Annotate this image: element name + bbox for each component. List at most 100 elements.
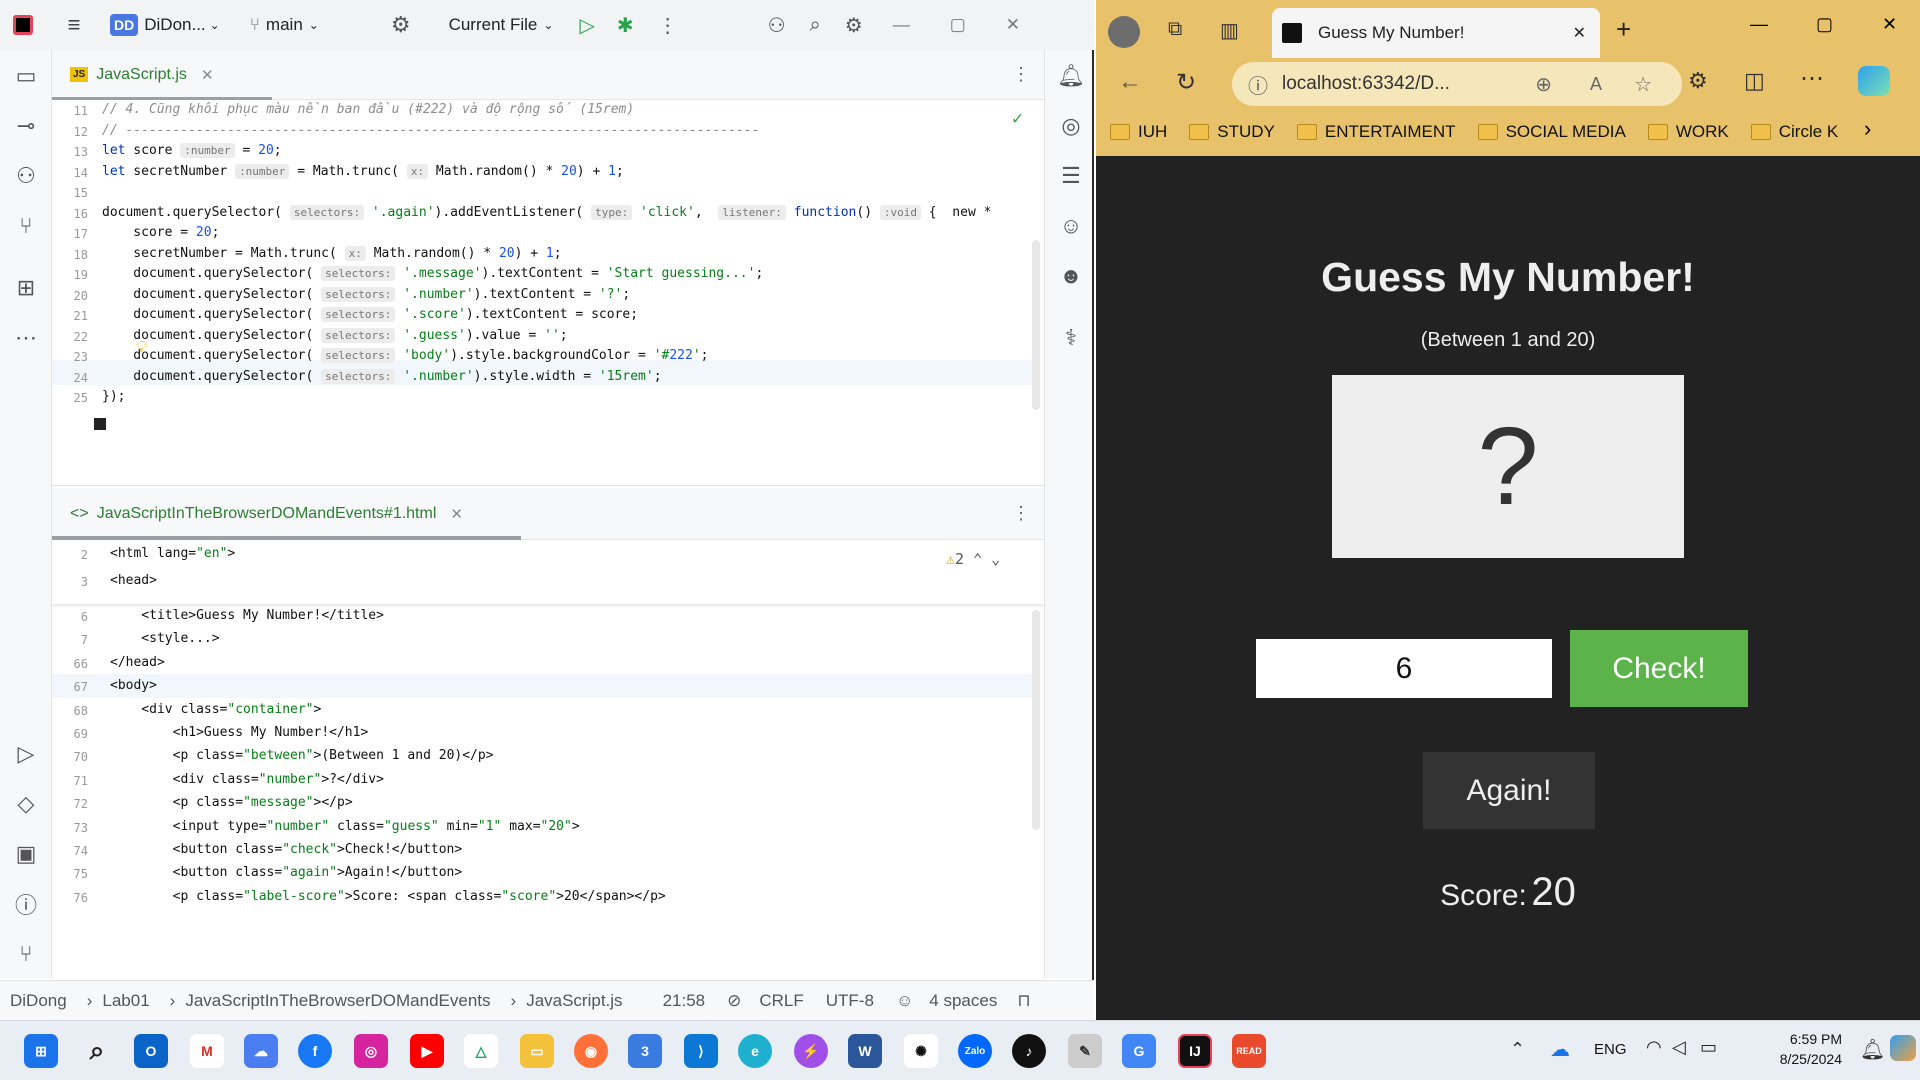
messenger-icon[interactable]: ⚡: [794, 1034, 828, 1068]
run-config-selector[interactable]: Current File ⌄: [449, 15, 554, 35]
maximize-button[interactable]: ▢: [1816, 14, 1833, 35]
copilot-icon[interactable]: ☺: [1057, 212, 1085, 240]
branch-selector[interactable]: ⑂ main ⌄: [250, 15, 319, 35]
cursor-position[interactable]: 21:58: [663, 991, 706, 1011]
indent-setting[interactable]: 4 spaces: [929, 991, 997, 1011]
bookmark-item[interactable]: STUDY: [1189, 122, 1275, 142]
tab-options-icon[interactable]: ⋮: [1012, 64, 1030, 85]
favorite-star-icon[interactable]: ☆: [1634, 72, 1652, 97]
scrollbar[interactable]: [1032, 240, 1040, 410]
info-icon[interactable]: ⓘ: [1248, 70, 1268, 99]
chat-icon[interactable]: ☻: [1057, 262, 1085, 290]
add-user-icon[interactable]: ⚇: [768, 13, 786, 38]
ai-assistant-icon[interactable]: ◎: [1057, 112, 1085, 140]
layers-icon[interactable]: ◇: [12, 790, 40, 818]
check-button[interactable]: Check!: [1570, 630, 1748, 707]
workspaces-icon[interactable]: ⧉: [1168, 18, 1182, 41]
youtube-icon[interactable]: ▶: [410, 1034, 444, 1068]
back-icon[interactable]: ←: [1118, 68, 1142, 96]
copilot-icon[interactable]: [1858, 66, 1890, 96]
copilot-taskbar-icon[interactable]: [1890, 1035, 1916, 1061]
python-icon[interactable]: ⚕: [1057, 324, 1085, 352]
zalo-icon[interactable]: Zalo: [958, 1034, 992, 1068]
main-menu-icon[interactable]: ≡: [46, 12, 102, 38]
facebook-icon[interactable]: f: [298, 1034, 332, 1068]
firefox-icon[interactable]: ◉: [574, 1034, 608, 1068]
chatgpt-icon[interactable]: ✺: [904, 1034, 938, 1068]
debug-config-icon[interactable]: ⚙: [391, 12, 411, 38]
bookmark-item[interactable]: SOCIAL MEDIA: [1477, 122, 1626, 142]
close-button[interactable]: ✕: [1006, 15, 1020, 35]
notepad-icon[interactable]: ✎: [1068, 1034, 1102, 1068]
settings-icon[interactable]: ⚙: [845, 13, 863, 38]
html-editor[interactable]: ⚠2 ⌃ ⌄ 2 <html lang="en"> 3 <head> 6 <title>…: [52, 540, 1044, 978]
instagram-icon[interactable]: ◎: [354, 1034, 388, 1068]
bookmark-item[interactable]: WORK: [1647, 122, 1729, 142]
services-icon[interactable]: ▷: [12, 740, 40, 768]
git-icon[interactable]: ⑂: [12, 212, 40, 240]
lock-icon[interactable]: ⊓: [1017, 991, 1030, 1011]
intellij-icon[interactable]: IJ: [1178, 1034, 1212, 1068]
run-icon[interactable]: ▷: [579, 13, 594, 38]
breadcrumb-item[interactable]: DiDong: [10, 991, 67, 1011]
new-tab-icon[interactable]: +: [1616, 14, 1631, 45]
vscode-icon[interactable]: ⟩: [684, 1034, 718, 1068]
extensions-icon[interactable]: ⚙: [1688, 68, 1708, 94]
folder-icon[interactable]: ▭: [12, 62, 40, 90]
outlook-icon[interactable]: O: [134, 1034, 168, 1068]
read-aloud-icon[interactable]: A: [1590, 74, 1602, 95]
debug-icon[interactable]: ✱: [617, 13, 634, 38]
language-indicator[interactable]: ENG: [1594, 1041, 1627, 1058]
tiktok-icon[interactable]: ♪: [1012, 1034, 1046, 1068]
maximize-button[interactable]: ▢: [950, 15, 966, 35]
minimize-button[interactable]: —: [893, 15, 910, 35]
chevron-up-icon[interactable]: ⌃: [1510, 1039, 1525, 1060]
chevron-right-icon[interactable]: ›: [1864, 116, 1871, 142]
pull-requests-icon[interactable]: ⚇: [12, 162, 40, 190]
scrollbar[interactable]: [1032, 610, 1040, 830]
battery-icon[interactable]: ▭: [1700, 1037, 1717, 1058]
breadcrumb-item[interactable]: JavaScript.js: [526, 991, 622, 1011]
breadcrumb-item[interactable]: Lab01: [102, 991, 149, 1011]
bookmark-item[interactable]: IUH: [1110, 122, 1167, 142]
start-icon[interactable]: ⊞: [24, 1034, 58, 1068]
file-encoding[interactable]: UTF-8: [826, 991, 874, 1011]
more-tools-icon[interactable]: ⋯: [12, 324, 40, 352]
minimize-button[interactable]: —: [1750, 14, 1768, 35]
word-icon[interactable]: W: [848, 1034, 882, 1068]
app-icon[interactable]: 3: [628, 1034, 662, 1068]
translate-icon[interactable]: G: [1122, 1034, 1156, 1068]
wifi-icon[interactable]: ◠: [1646, 1037, 1662, 1058]
drive-icon[interactable]: △: [464, 1034, 498, 1068]
browser-tab[interactable]: Guess My Number! ✕: [1272, 8, 1600, 58]
close-button[interactable]: ✕: [1882, 14, 1897, 35]
bookmark-item[interactable]: ENTERTAIMENT: [1296, 122, 1456, 142]
refresh-icon[interactable]: ↻: [1176, 68, 1196, 97]
close-tab-icon[interactable]: ✕: [1573, 23, 1586, 43]
warnings-indicator[interactable]: ⚠2 ⌃ ⌄: [946, 550, 1000, 568]
zoom-icon[interactable]: ⊕: [1535, 72, 1552, 97]
copilot-status-icon[interactable]: ☺: [896, 991, 913, 1011]
tab-html-file[interactable]: <> JavaScriptInTheBrowserDOMandEvents#1.…: [52, 489, 521, 540]
more-icon[interactable]: ⋯: [1800, 64, 1824, 93]
project-selector[interactable]: DD DiDon... ⌄: [110, 14, 220, 36]
volume-icon[interactable]: ◁: [1672, 1037, 1686, 1058]
tab-options-icon[interactable]: ⋮: [1012, 503, 1030, 524]
again-button[interactable]: Again!: [1423, 752, 1595, 829]
vcs-icon[interactable]: ⑂: [12, 940, 40, 968]
close-tab-icon[interactable]: ✕: [450, 505, 463, 523]
search-icon[interactable]: ⌕: [80, 1034, 114, 1068]
file-explorer-icon[interactable]: ▭: [520, 1034, 554, 1068]
tab-actions-icon[interactable]: ▥: [1220, 18, 1239, 43]
clock[interactable]: 6:59 PM 8/25/2024: [1750, 1029, 1842, 1069]
reader-icon[interactable]: READ: [1232, 1034, 1266, 1068]
breadcrumb-item[interactable]: JavaScriptInTheBrowserDOMandEvents: [185, 991, 490, 1011]
readonly-icon[interactable]: ⊘: [727, 991, 741, 1011]
js-editor[interactable]: ✓ 💡︎ 11// 4. Cũng khôi phục màu nền ban …: [52, 100, 1044, 486]
database-icon[interactable]: ☰: [1057, 162, 1085, 190]
gmail-icon[interactable]: M: [190, 1034, 224, 1068]
notifications-icon[interactable]: 🔔︎: [1057, 62, 1085, 90]
terminal-icon[interactable]: ▣: [12, 840, 40, 868]
search-icon[interactable]: ⌕: [810, 14, 821, 37]
profile-avatar[interactable]: [1108, 16, 1140, 48]
